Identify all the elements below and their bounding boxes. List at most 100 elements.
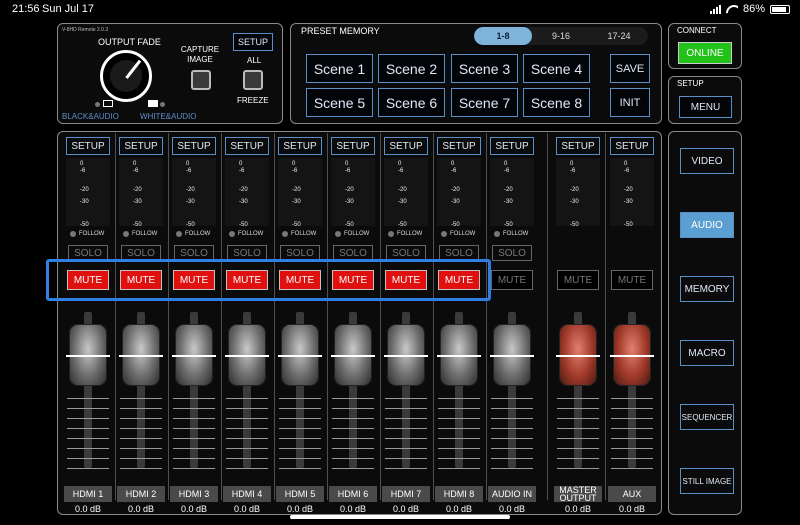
fader-scale xyxy=(438,398,480,474)
meter-scale-label: -50 xyxy=(239,222,248,228)
channel-setup-button[interactable]: SETUP xyxy=(556,137,600,155)
channel-name-label: HDMI 5 xyxy=(276,486,324,502)
channel-setup-button[interactable]: SETUP xyxy=(437,137,481,155)
white-audio-button[interactable] xyxy=(148,100,158,107)
follow-toggle[interactable]: FOLLOW xyxy=(441,231,475,237)
status-date: Sun Jul 17 xyxy=(42,3,94,15)
scene-8-button[interactable]: Scene 8 xyxy=(523,88,590,117)
channel-level-readout: 0.0 dB xyxy=(286,504,314,514)
black-indicator-icon xyxy=(95,102,100,107)
level-meter: 0 -6 -20 -30 -50 xyxy=(384,158,428,228)
tab-bank-9-16[interactable]: 9-16 xyxy=(532,27,590,45)
fade-setup-button[interactable]: SETUP xyxy=(233,33,273,51)
channel-divider xyxy=(115,133,116,500)
scene-5-button[interactable]: Scene 5 xyxy=(306,88,373,117)
channel-level-readout: 0.0 dB xyxy=(339,504,367,514)
side-sequencer-button[interactable]: SEQUENCER xyxy=(680,404,734,430)
volume-fader[interactable] xyxy=(610,324,654,386)
follow-toggle[interactable]: FOLLOW xyxy=(229,231,263,237)
tab-bank-1-8[interactable]: 1-8 xyxy=(474,27,532,45)
meter-scale-label: -30 xyxy=(186,199,195,205)
scene-6-button[interactable]: Scene 6 xyxy=(378,88,445,117)
fader-scale xyxy=(67,398,109,474)
meter-scale-label: -50 xyxy=(345,222,354,228)
mute-button[interactable]: MUTE xyxy=(491,270,533,290)
follow-toggle[interactable]: FOLLOW xyxy=(494,231,528,237)
channel-level-readout: 0.0 dB xyxy=(564,504,592,514)
meter-scale-label: -20 xyxy=(80,187,89,193)
follow-indicator-icon xyxy=(441,231,447,237)
follow-toggle[interactable]: FOLLOW xyxy=(282,231,316,237)
follow-toggle[interactable]: FOLLOW xyxy=(176,231,210,237)
meter-scale-label: 0 xyxy=(504,161,508,167)
side-audio-button[interactable]: AUDIO xyxy=(680,212,734,238)
side-still-image-button[interactable]: STILL IMAGE xyxy=(680,468,734,494)
scene-3-button[interactable]: Scene 3 xyxy=(451,54,518,83)
meter-scale-label: 0 xyxy=(239,161,243,167)
meter-scale-label: -20 xyxy=(345,187,354,193)
channel-level-readout: 0.0 dB xyxy=(127,504,155,514)
side-memory-button[interactable]: MEMORY xyxy=(680,276,734,302)
volume-fader[interactable] xyxy=(556,324,600,386)
channel-divider xyxy=(168,133,169,500)
volume-fader[interactable] xyxy=(172,324,216,386)
meter-scale-label: 0 xyxy=(292,161,296,167)
channel-divider xyxy=(547,133,548,500)
channel-level-readout: 0.0 dB xyxy=(74,504,102,514)
save-button[interactable]: SAVE xyxy=(610,54,650,83)
output-fade-knob[interactable] xyxy=(100,50,152,102)
mute-button[interactable]: MUTE xyxy=(611,270,653,290)
meter-scale-label: -6 xyxy=(239,168,245,174)
follow-toggle[interactable]: FOLLOW xyxy=(388,231,422,237)
scene-4-button[interactable]: Scene 4 xyxy=(523,54,590,83)
solo-button[interactable]: SOLO xyxy=(492,245,532,261)
freeze-button[interactable] xyxy=(243,70,263,90)
battery-percent: 86% xyxy=(742,3,765,15)
volume-fader[interactable] xyxy=(225,324,269,386)
init-button[interactable]: INIT xyxy=(610,88,650,117)
channel-name-label: HDMI 6 xyxy=(329,486,377,502)
meter-scale-label: -50 xyxy=(570,222,579,228)
follow-label: FOLLOW xyxy=(397,231,423,237)
menu-button[interactable]: MENU xyxy=(679,96,732,118)
volume-fader[interactable] xyxy=(384,324,428,386)
black-audio-button[interactable] xyxy=(103,100,113,107)
meter-scale-label: -50 xyxy=(451,222,460,228)
volume-fader[interactable] xyxy=(278,324,322,386)
meter-scale-label: -30 xyxy=(451,199,460,205)
tab-bank-17-24[interactable]: 17-24 xyxy=(590,27,648,45)
all-label: ALL xyxy=(247,56,262,65)
follow-toggle[interactable]: FOLLOW xyxy=(123,231,157,237)
follow-indicator-icon xyxy=(388,231,394,237)
follow-toggle[interactable]: FOLLOW xyxy=(335,231,369,237)
scene-1-button[interactable]: Scene 1 xyxy=(306,54,373,83)
channel-level-readout: 0.0 dB xyxy=(445,504,473,514)
meter-scale-label: -20 xyxy=(451,187,460,193)
channel-setup-button[interactable]: SETUP xyxy=(610,137,654,155)
channel-setup-button[interactable]: SETUP xyxy=(66,137,110,155)
volume-fader[interactable] xyxy=(119,324,163,386)
side-macro-button[interactable]: MACRO xyxy=(680,340,734,366)
online-button[interactable]: ONLINE xyxy=(678,42,732,64)
channel-setup-button[interactable]: SETUP xyxy=(331,137,375,155)
capture-image-button[interactable] xyxy=(191,70,211,90)
scene-2-button[interactable]: Scene 2 xyxy=(378,54,445,83)
mute-button[interactable]: MUTE xyxy=(557,270,599,290)
channel-setup-button[interactable]: SETUP xyxy=(384,137,428,155)
volume-fader[interactable] xyxy=(490,324,534,386)
channel-setup-button[interactable]: SETUP xyxy=(490,137,534,155)
channel-setup-button[interactable]: SETUP xyxy=(225,137,269,155)
volume-fader[interactable] xyxy=(331,324,375,386)
meter-scale-label: -6 xyxy=(292,168,298,174)
channel-setup-button[interactable]: SETUP xyxy=(278,137,322,155)
channel-setup-button[interactable]: SETUP xyxy=(172,137,216,155)
volume-fader[interactable] xyxy=(437,324,481,386)
meter-scale-label: 0 xyxy=(451,161,455,167)
meter-scale-label: -30 xyxy=(239,199,248,205)
side-video-button[interactable]: VIDEO xyxy=(680,148,734,174)
follow-toggle[interactable]: FOLLOW xyxy=(70,231,104,237)
channel-setup-button[interactable]: SETUP xyxy=(119,137,163,155)
volume-fader[interactable] xyxy=(66,324,110,386)
scene-7-button[interactable]: Scene 7 xyxy=(451,88,518,117)
level-meter: 0 -6 -20 -30 -50 xyxy=(556,158,600,228)
